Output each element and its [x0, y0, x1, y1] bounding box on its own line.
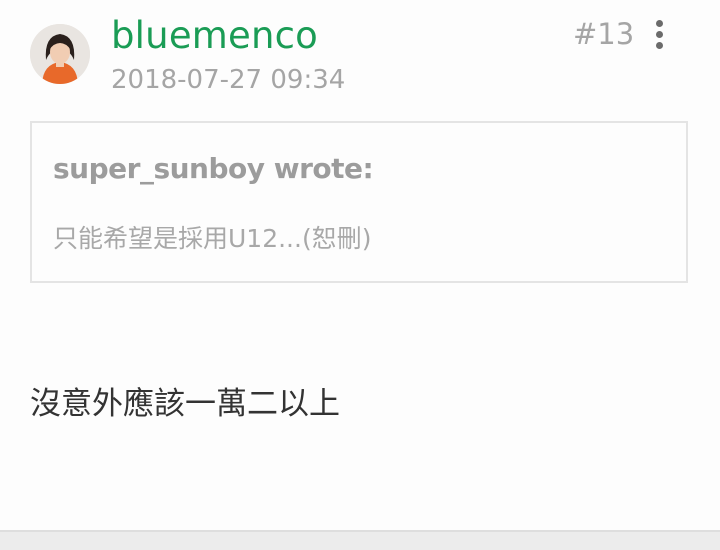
more-vertical-icon[interactable]	[646, 14, 672, 54]
post-content: 沒意外應該一萬二以上	[30, 386, 340, 422]
more-dot	[655, 30, 663, 38]
quote-author: super_sunboy wrote:	[53, 152, 374, 185]
quote-text: 只能希望是採用U12...(恕刪)	[53, 224, 372, 253]
bottom-divider	[0, 530, 720, 550]
post-timestamp: 2018-07-27 09:34	[111, 65, 346, 95]
floor-number: #13	[573, 17, 635, 51]
more-dot	[655, 19, 663, 27]
username[interactable]: bluemenco	[111, 12, 318, 60]
more-dot	[655, 41, 663, 49]
avatar[interactable]	[30, 24, 90, 84]
forum-post: bluemenco 2018-07-27 09:34 #13 super_sun…	[0, 0, 720, 530]
user-avatar-image	[30, 24, 90, 84]
quote-block[interactable]: super_sunboy wrote: 只能希望是採用U12...(恕刪)	[30, 121, 688, 283]
